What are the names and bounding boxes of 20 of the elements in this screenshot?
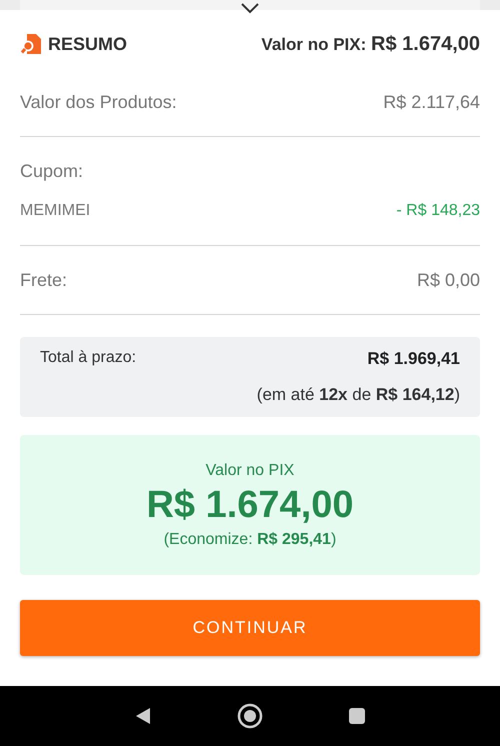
summary-value: R$ 2.117,64 <box>383 92 480 112</box>
home-icon[interactable] <box>237 703 263 729</box>
summary-label: Valor dos Produtos: <box>20 92 177 112</box>
summary-title: RESUMO <box>48 34 128 54</box>
pix-label: Valor no PIX <box>206 462 294 480</box>
discount-value: - R$ 148,23 <box>396 202 480 220</box>
continue-button[interactable]: CONTINUAR <box>20 600 480 656</box>
savings-text: (Economize: R$ 295,41) <box>164 530 336 548</box>
pix-value: R$ 1.674,00 <box>146 484 354 526</box>
chevron-down-icon[interactable] <box>240 2 260 14</box>
installment-total: R$ 1.969,41 <box>367 349 460 369</box>
document-search-icon <box>20 33 42 55</box>
installment-detail: (em até 12x de R$ 164,12) <box>256 385 460 405</box>
coupon-code: MEMIMEI <box>20 202 90 220</box>
coupon-label: Cupom: <box>20 160 84 182</box>
installment-label: Total à prazo: <box>40 349 136 368</box>
summary-label: Frete: <box>20 270 68 290</box>
recents-icon[interactable] <box>347 706 367 726</box>
summary-value: R$ 0,00 <box>416 270 480 290</box>
pix-price: Valor no PIX: R$ 1.674,00 <box>261 32 480 56</box>
